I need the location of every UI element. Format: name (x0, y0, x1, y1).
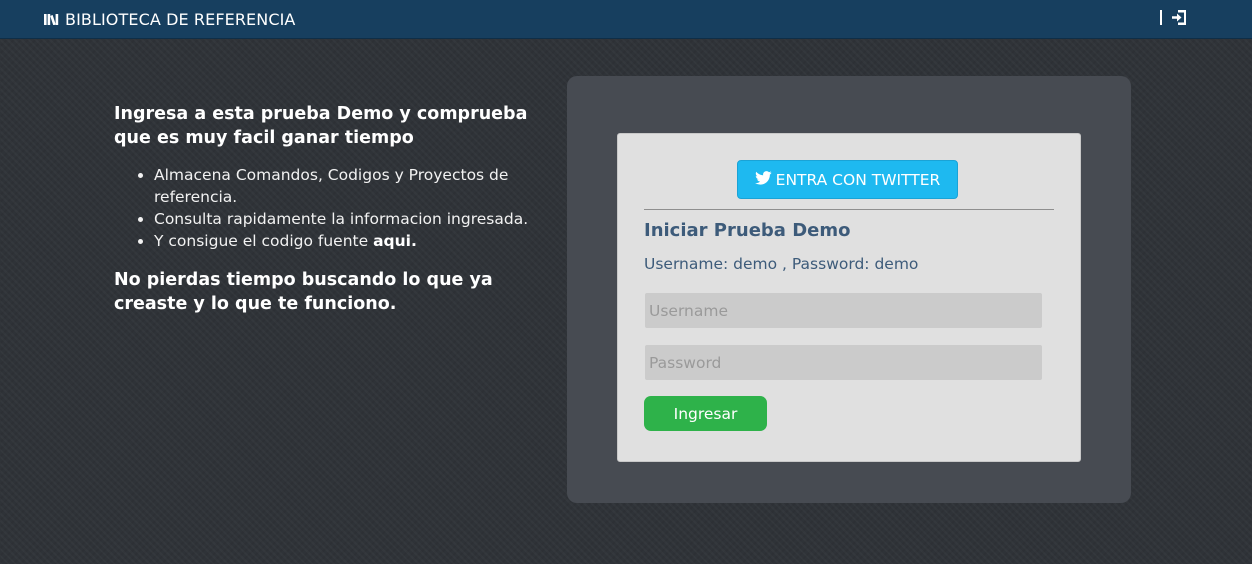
feature-text: Y consigue el codigo fuente (154, 232, 374, 250)
submit-button[interactable]: Ingresar (644, 396, 767, 431)
feature-list: Almacena Comandos, Codigos y Proyectos d… (114, 164, 534, 252)
twitter-login-label: ENTRA CON TWITTER (775, 170, 941, 189)
password-input[interactable] (645, 345, 1042, 380)
source-code-link[interactable]: aqui. (373, 232, 417, 250)
intro-section: Ingresa a esta prueba Demo y comprueba q… (114, 102, 534, 316)
credentials-hint: Username: demo , Password: demo (644, 255, 919, 273)
twitter-icon (754, 170, 772, 189)
library-books-icon (44, 13, 60, 25)
brand[interactable]: BIBLIOTECA DE REFERENCIA (44, 9, 295, 29)
top-navbar: BIBLIOTECA DE REFERENCIA (0, 0, 1252, 39)
navbar-divider (1160, 10, 1162, 25)
brand-title: BIBLIOTECA DE REFERENCIA (65, 9, 296, 29)
login-panel: ENTRA CON TWITTER Iniciar Prueba Demo Us… (567, 76, 1131, 503)
form-title: Iniciar Prueba Demo (644, 220, 851, 241)
intro-heading: Ingresa a esta prueba Demo y comprueba q… (114, 104, 528, 148)
feature-item: Y consigue el codigo fuente aqui. (154, 230, 534, 252)
twitter-login-button[interactable]: ENTRA CON TWITTER (737, 160, 958, 199)
login-card: ENTRA CON TWITTER Iniciar Prueba Demo Us… (617, 133, 1081, 462)
divider (644, 209, 1054, 210)
intro-closing: No pierdas tiempo buscando lo que ya cre… (114, 270, 493, 314)
feature-item: Consulta rapidamente la informacion ingr… (154, 208, 534, 230)
username-input[interactable] (645, 293, 1042, 328)
feature-item: Almacena Comandos, Codigos y Proyectos d… (154, 164, 534, 208)
sign-in-icon[interactable] (1171, 9, 1187, 26)
